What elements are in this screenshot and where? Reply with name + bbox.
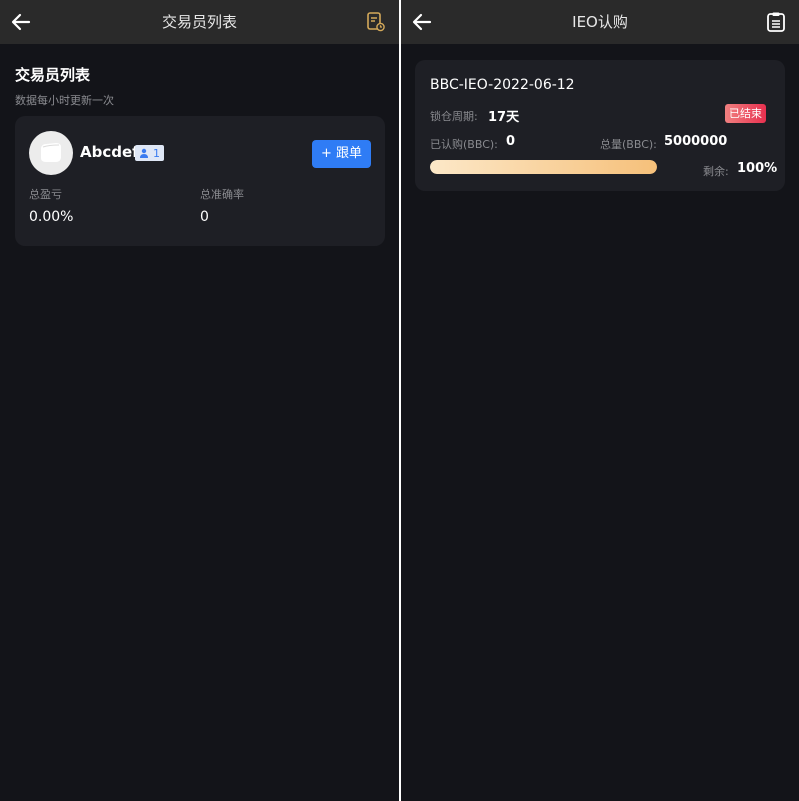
navbar: 交易员列表 — [0, 0, 399, 44]
trader-list-screen: 交易员列表 交易员列表 数据每小时更新一次 Abcdef 1 + 跟单 总盈亏 … — [0, 0, 399, 801]
user-icon — [140, 148, 148, 158]
follow-button[interactable]: + 跟单 — [312, 140, 371, 168]
progress-fill — [430, 160, 657, 174]
subscribed-value: 0 — [506, 134, 516, 149]
remaining-value: 100% — [737, 161, 778, 176]
total-supply-label: 总量(BBC): — [600, 138, 657, 151]
avatar — [29, 131, 73, 175]
section-title: 交易员列表 — [15, 66, 91, 84]
page-title: 交易员列表 — [161, 13, 237, 31]
follower-badge: 1 — [135, 145, 164, 161]
trader-name: Abcdef — [80, 143, 139, 161]
clipboard-icon[interactable] — [765, 11, 787, 33]
navbar: IEO认购 — [401, 0, 799, 44]
remaining-label: 剩余: — [703, 165, 729, 178]
lock-period-value: 17天 — [488, 110, 520, 125]
accuracy-value: 0 — [200, 209, 209, 225]
total-pnl-label: 总盈亏 — [29, 188, 62, 201]
progress-bar — [430, 160, 657, 174]
ieo-subscription-screen: IEO认购 BBC-IEO-2022-06-12 锁仓周期: 17天 已结束 已… — [401, 0, 799, 801]
lock-period-label: 锁仓周期: — [430, 110, 478, 123]
trader-card[interactable]: Abcdef 1 + 跟单 总盈亏 0.00% 总准确率 0 — [15, 116, 385, 246]
order-history-icon[interactable] — [365, 11, 387, 33]
follower-count: 1 — [153, 146, 160, 160]
ieo-card[interactable]: BBC-IEO-2022-06-12 锁仓周期: 17天 已结束 已认购(BBC… — [415, 60, 785, 191]
total-pnl-value: 0.00% — [29, 209, 74, 225]
subscribed-label: 已认购(BBC): — [430, 138, 498, 151]
status-badge: 已结束 — [725, 104, 766, 123]
update-note: 数据每小时更新一次 — [15, 94, 114, 107]
accuracy-label: 总准确率 — [200, 188, 244, 201]
total-supply-value: 5000000 — [664, 134, 728, 149]
ieo-name: BBC-IEO-2022-06-12 — [430, 77, 575, 93]
page-title: IEO认购 — [572, 13, 628, 31]
